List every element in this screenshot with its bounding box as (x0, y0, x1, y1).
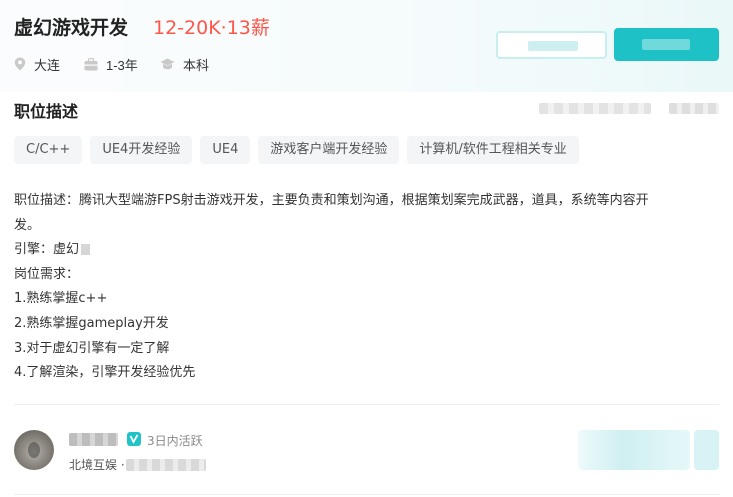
meta-city: 大连 (14, 56, 61, 73)
recruiter-name (69, 433, 118, 446)
recruiter-action[interactable] (578, 430, 690, 470)
divider (14, 494, 719, 495)
avatar[interactable] (14, 430, 54, 470)
skill-tags: C/C++ UE4开发经验 UE4 游戏客户端开发经验 计算机/软件工程相关专业 (14, 136, 587, 164)
description-line: 1.熟练掌握c++ (14, 291, 108, 307)
recruiter-action-2[interactable] (694, 430, 719, 470)
description-line: 2.熟练掌握gameplay开发 (14, 315, 169, 331)
experience-label: 1-3年 (106, 57, 138, 73)
meta-education: 本科 (160, 56, 210, 73)
description-line: 3.对于虚幻引擎有一定了解 (14, 340, 170, 356)
skill-tag: 游戏客户端开发经验 (258, 136, 400, 164)
chat-now-button[interactable] (614, 28, 719, 61)
skill-tag: 计算机/软件工程相关专业 (407, 136, 579, 164)
divider (14, 404, 719, 405)
recruiter-title (126, 459, 206, 471)
recruiter-company: 北境互娱 · (69, 458, 125, 472)
skill-tag: UE4 (200, 136, 251, 164)
active-status: 3日内活跃 (147, 434, 203, 448)
description-line: 引擎：虚幻 (14, 238, 724, 263)
city-label: 大连 (34, 57, 61, 73)
description-text: 引擎：虚幻 (14, 242, 80, 258)
blurred-info (539, 103, 651, 114)
interest-button[interactable] (496, 31, 607, 59)
education-label: 本科 (183, 57, 210, 73)
job-title: 虚幻游戏开发 (14, 17, 129, 39)
skill-tag: C/C++ (14, 136, 83, 164)
skill-tag: UE4开发经验 (90, 136, 193, 164)
description-line: 职位描述：腾讯大型端游FPS射击游戏开发，主要负责和策划沟通，根据策划案完成武器… (14, 193, 649, 208)
description-line: 岗位需求： (14, 266, 80, 282)
briefcase-icon (84, 57, 98, 70)
meta-experience: 1-3年 (84, 56, 138, 73)
blurred-info-2 (669, 103, 719, 114)
location-icon (14, 57, 26, 71)
blurred-text (81, 244, 91, 256)
verified-icon (127, 432, 141, 446)
description-line: 发。 (14, 217, 41, 233)
section-title: 职位描述 (14, 102, 79, 121)
salary: 12-20K·13薪 (153, 17, 270, 39)
job-description: 职位描述：腾讯大型端游FPS射击游戏开发，主要负责和策划沟通，根据策划案完成武器… (14, 189, 724, 386)
description-line: 4.了解渲染，引擎开发经验优先 (14, 365, 196, 381)
graduation-cap-icon (160, 58, 175, 70)
